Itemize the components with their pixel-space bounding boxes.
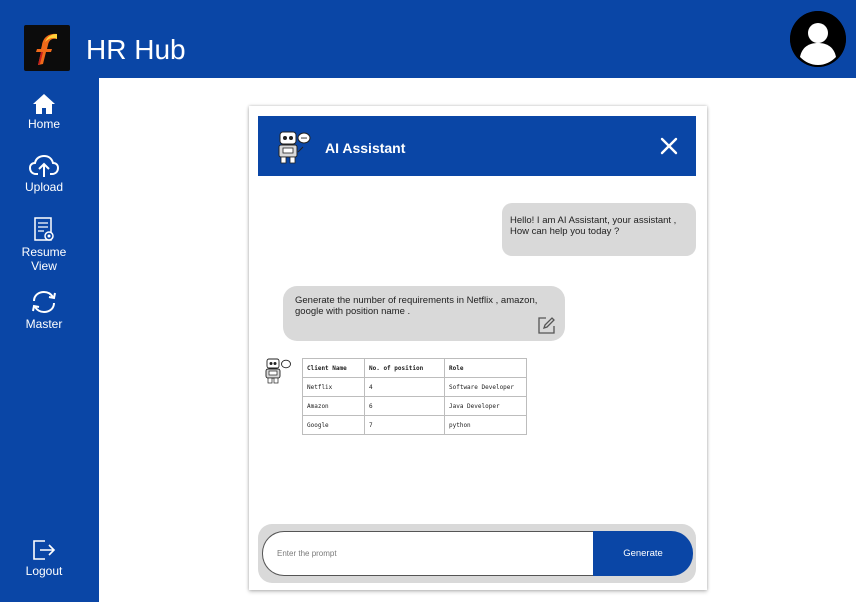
column-header: No. of position	[364, 358, 445, 378]
message-text: Generate the number of requirements in N…	[295, 295, 538, 306]
table-cell: 7	[364, 415, 445, 435]
sync-icon	[32, 290, 56, 314]
assistant-header: AI Assistant	[258, 116, 696, 176]
sidebar-item-resume-view[interactable]: Resume View	[0, 217, 88, 273]
table-cell: Google	[302, 415, 365, 435]
generate-button[interactable]: Generate	[593, 531, 693, 576]
assistant-panel	[249, 106, 707, 590]
sidebar-item-master[interactable]: Master	[0, 289, 88, 331]
prompt-bar: Generate	[258, 524, 696, 583]
assistant-message: Hello! I am AI Assistant, your assistant…	[502, 203, 696, 256]
user-avatar-icon[interactable]	[790, 11, 846, 67]
edit-icon[interactable]	[537, 316, 556, 335]
table-row: Google 7 python	[302, 415, 527, 435]
sidebar-item-label: Resume	[21, 245, 67, 259]
sidebar-item-home[interactable]: Home	[0, 93, 88, 131]
home-icon	[33, 94, 55, 114]
column-header: Role	[444, 358, 527, 378]
message-text: google with position name .	[295, 306, 411, 317]
user-message: Generate the number of requirements in N…	[283, 286, 565, 341]
message-text: Hello! I am AI Assistant, your assistant…	[510, 215, 677, 226]
assistant-title: AI Assistant	[325, 140, 406, 156]
sidebar-item-label: View	[31, 259, 57, 273]
table-cell: 4	[364, 377, 445, 397]
logout-button[interactable]: Logout	[0, 538, 88, 578]
logout-icon	[33, 540, 56, 560]
sidebar-item-label: Upload	[24, 180, 64, 194]
result-table: Client Name No. of position Role Netflix…	[302, 358, 527, 435]
message-text: How can help you today ?	[510, 226, 620, 237]
sidebar-item-label: Home	[27, 117, 60, 131]
top-bar: HR Hub	[0, 0, 856, 78]
sidebar-item-label: Logout	[25, 564, 63, 578]
table-cell: Amazon	[302, 396, 365, 416]
sidebar: Home Upload Resume View Master Logout	[0, 78, 99, 602]
table-cell: python	[444, 415, 527, 435]
app-logo[interactable]	[24, 25, 70, 71]
sidebar-item-upload[interactable]: Upload	[0, 154, 88, 194]
column-header: Client Name	[302, 358, 365, 378]
table-cell: Java Developer	[444, 396, 527, 416]
resume-view-icon	[34, 217, 54, 241]
close-icon[interactable]	[659, 136, 679, 156]
sidebar-item-label: Master	[25, 317, 63, 331]
upload-icon	[29, 154, 59, 177]
robot-icon	[278, 131, 311, 164]
table-row: Amazon 6 Java Developer	[302, 396, 527, 416]
table-header-row: Client Name No. of position Role	[302, 358, 527, 378]
table-cell: Software Developer	[444, 377, 527, 397]
table-cell: 6	[364, 396, 445, 416]
prompt-input[interactable]	[262, 531, 602, 576]
robot-icon	[262, 355, 292, 385]
table-cell: Netflix	[302, 377, 365, 397]
app-title: HR Hub	[86, 34, 186, 65]
table-row: Netflix 4 Software Developer	[302, 377, 527, 397]
